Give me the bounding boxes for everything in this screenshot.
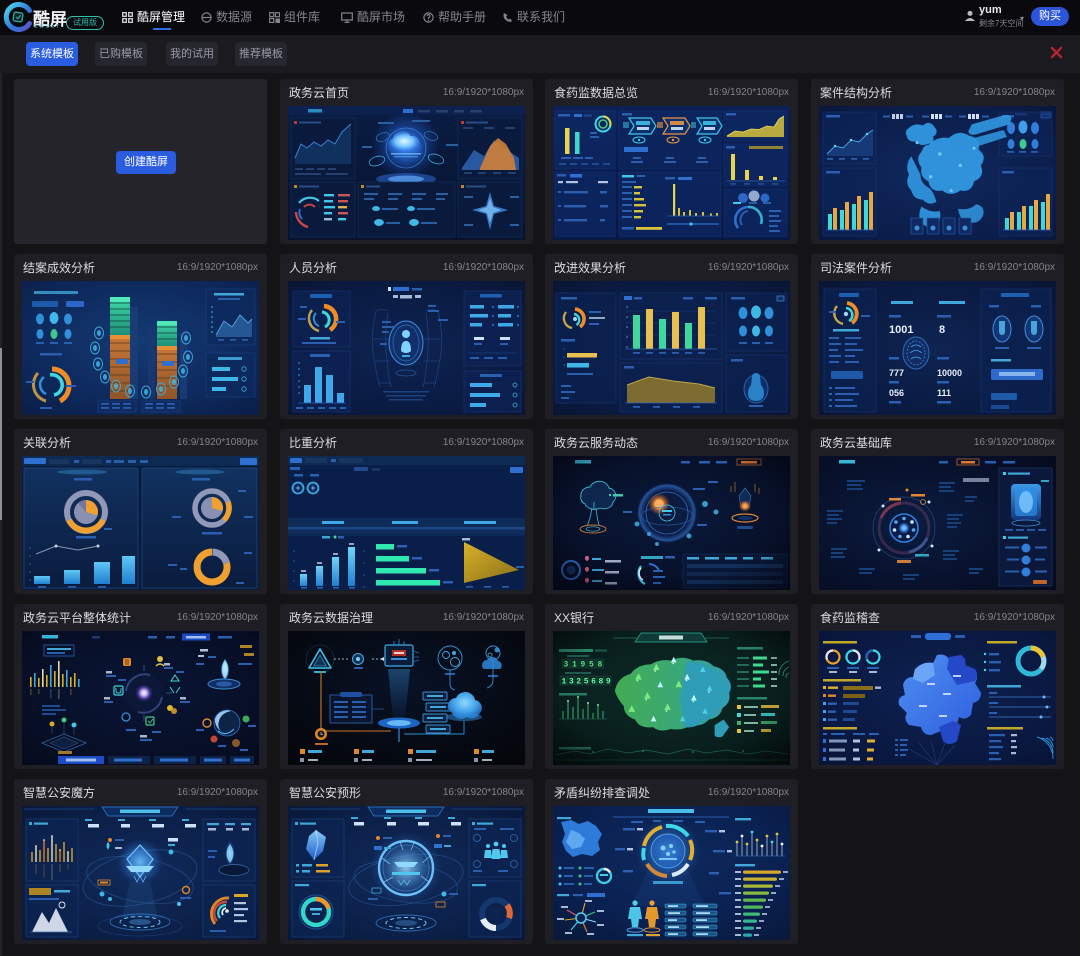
svg-text:056: 056 [889, 388, 904, 398]
svg-text:111: 111 [937, 388, 951, 398]
svg-text:1001: 1001 [889, 324, 913, 336]
svg-text:777: 777 [889, 368, 904, 378]
svg-text:8: 8 [939, 324, 945, 336]
svg-text:10000: 10000 [937, 368, 962, 378]
